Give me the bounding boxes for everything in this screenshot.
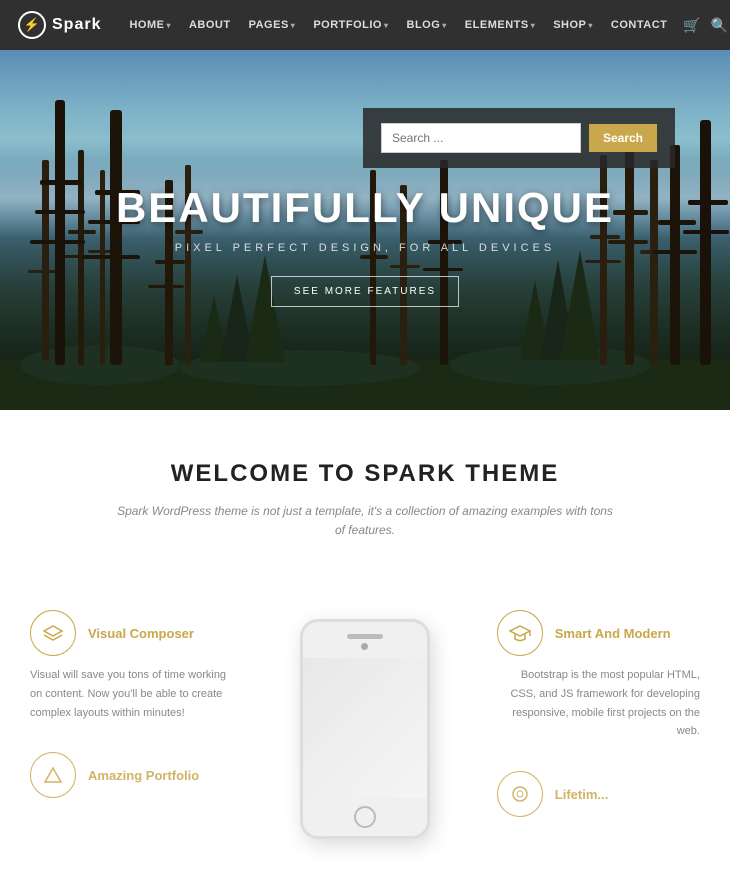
hero-content: BEAUTIFULLY UNIQUE PIXEL PERFECT DESIGN,… — [116, 184, 614, 307]
brand-icon: ⚡ — [18, 11, 46, 39]
feature-header: Amazing Portfolio — [30, 752, 233, 798]
nav-item-shop[interactable]: SHOP ▾ — [545, 13, 601, 37]
feature-lifetime: Lifetim... — [497, 771, 700, 817]
nav-icons: 🛒 🔍 ☰ — [683, 17, 730, 34]
search-icon[interactable]: 🔍 — [711, 17, 728, 34]
welcome-subtitle: Spark WordPress theme is not just a temp… — [115, 502, 615, 540]
nav-item-contact[interactable]: CONTACT — [603, 13, 675, 37]
features-left-col: Visual Composer Visual will save you ton… — [10, 600, 253, 857]
feature-text: Bootstrap is the most popular HTML, CSS,… — [497, 666, 700, 741]
chevron-down-icon: ▾ — [442, 21, 447, 30]
phone-screen — [303, 658, 427, 798]
feature-header: Lifetim... — [497, 771, 700, 817]
cart-icon[interactable]: 🛒 — [683, 17, 700, 34]
nav-item-pages[interactable]: PAGES ▾ — [241, 13, 304, 37]
search-button[interactable]: Search — [589, 124, 657, 152]
hero-section: Search BEAUTIFULLY UNIQUE PIXEL PERFECT … — [0, 50, 730, 410]
chevron-down-icon: ▾ — [166, 21, 171, 30]
chevron-down-icon: ▾ — [588, 21, 593, 30]
brand-logo[interactable]: ⚡ Spark — [18, 11, 101, 39]
feature-amazing-portfolio: Amazing Portfolio — [30, 752, 233, 798]
search-input[interactable] — [381, 123, 581, 153]
feature-title: Amazing Portfolio — [88, 768, 199, 783]
nav-item-about[interactable]: ABOUT — [181, 13, 239, 37]
feature-title: Smart And Modern — [555, 626, 671, 641]
hero-title: BEAUTIFULLY UNIQUE — [116, 184, 614, 232]
feature-smart-modern: Smart And Modern Bootstrap is the most p… — [497, 610, 700, 741]
welcome-title: WELCOME TO SPARK THEME — [20, 460, 710, 488]
brand-name: Spark — [52, 16, 101, 34]
chevron-down-icon: ▾ — [531, 21, 536, 30]
hero-subtitle: PIXEL PERFECT DESIGN, FOR ALL DEVICES — [116, 242, 614, 254]
phone-speaker — [347, 634, 383, 639]
phone-home-button — [354, 806, 376, 828]
nav-item-portfolio[interactable]: PORTFOLIO ▾ — [305, 13, 396, 37]
graduation-cap-icon — [497, 610, 543, 656]
navbar: ⚡ Spark HOME ▾ ABOUT PAGES ▾ PORTFOLIO ▾… — [0, 0, 730, 50]
features-center-col — [253, 600, 477, 857]
feature-title: Lifetim... — [555, 787, 608, 802]
feature-header: Visual Composer — [30, 610, 233, 656]
circle-icon — [497, 771, 543, 817]
feature-text: Visual will save you tons of time workin… — [30, 666, 233, 722]
layers-icon — [30, 610, 76, 656]
features-section: Visual Composer Visual will save you ton… — [0, 580, 730, 887]
triangle-icon — [30, 752, 76, 798]
hero-cta-button[interactable]: SEE MORE FEATURES — [271, 276, 459, 307]
nav-menu: HOME ▾ ABOUT PAGES ▾ PORTFOLIO ▾ BLOG ▾ … — [121, 13, 675, 37]
chevron-down-icon: ▾ — [291, 21, 296, 30]
feature-visual-composer: Visual Composer Visual will save you ton… — [30, 610, 233, 722]
nav-item-home[interactable]: HOME ▾ — [121, 13, 179, 37]
feature-header: Smart And Modern — [497, 610, 700, 656]
features-right-col: Smart And Modern Bootstrap is the most p… — [477, 600, 720, 857]
feature-title: Visual Composer — [88, 626, 194, 641]
nav-item-blog[interactable]: BLOG ▾ — [399, 13, 455, 37]
phone-mockup — [300, 619, 430, 839]
nav-item-elements[interactable]: ELEMENTS ▾ — [457, 13, 543, 37]
welcome-section: WELCOME TO SPARK THEME Spark WordPress t… — [0, 410, 730, 580]
chevron-down-icon: ▾ — [384, 21, 389, 30]
phone-camera — [361, 643, 368, 650]
search-popup: Search — [363, 108, 675, 168]
